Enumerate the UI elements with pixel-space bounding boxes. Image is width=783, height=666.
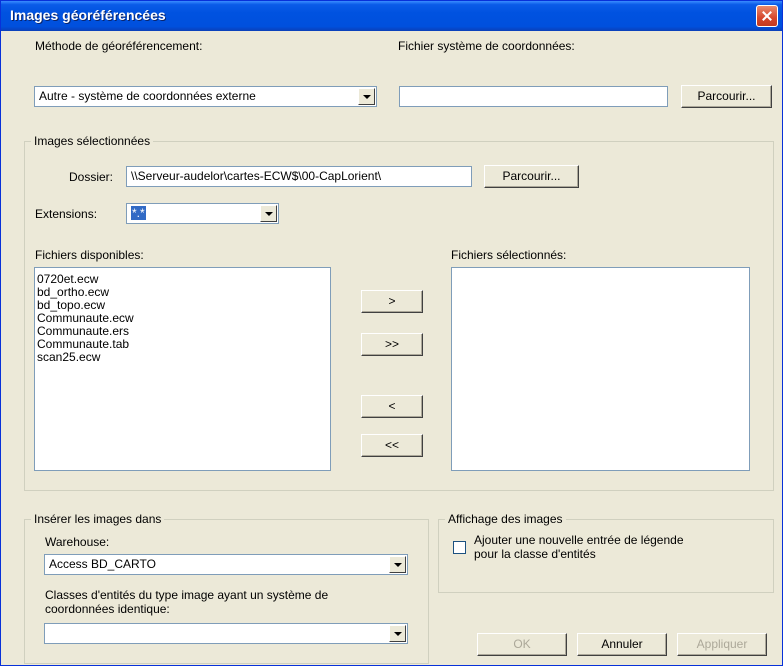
display-images-group-title: Affichage des images xyxy=(445,512,566,526)
add-button[interactable]: > xyxy=(361,290,423,313)
coord-file-browse-button[interactable]: Parcourir... xyxy=(681,85,772,108)
list-item[interactable]: scan25.ecw xyxy=(35,351,330,364)
remove-button[interactable]: < xyxy=(361,395,423,418)
selected-images-group-title: Images sélectionnées xyxy=(31,134,154,148)
chevron-down-icon[interactable] xyxy=(358,88,375,105)
method-label: Méthode de géoréférencement: xyxy=(35,39,203,53)
warehouse-select[interactable]: Access BD_CARTO xyxy=(44,554,408,575)
coord-file-input[interactable] xyxy=(399,86,668,107)
legend-entry-checkbox[interactable] xyxy=(453,541,466,554)
extensions-label: Extensions: xyxy=(35,207,98,221)
extensions-select[interactable]: *.* xyxy=(126,203,279,224)
folder-label: Dossier: xyxy=(69,170,114,184)
classes-label-line2: coordonnées identique: xyxy=(45,602,170,616)
georef-images-dialog: Images géoréférencées Méthode de géoréfé… xyxy=(0,0,783,666)
warehouse-label: Warehouse: xyxy=(45,535,110,549)
title-bar[interactable]: Images géoréférencées xyxy=(1,1,782,31)
folder-value: \\Serveur-audelor\cartes-ECW$\00-CapLori… xyxy=(131,169,382,183)
classes-label-line1: Classes d'entités du type image ayant un… xyxy=(45,588,329,602)
cancel-button[interactable]: Annuler xyxy=(577,633,667,656)
available-files-list[interactable]: 0720et.ecw bd_ortho.ecw bd_topo.ecw Comm… xyxy=(34,267,331,471)
chevron-down-icon[interactable] xyxy=(389,625,406,642)
legend-entry-label-line1: Ajouter une nouvelle entrée de légende xyxy=(474,533,684,547)
apply-button[interactable]: Appliquer xyxy=(677,633,767,656)
folder-browse-button[interactable]: Parcourir... xyxy=(484,165,579,188)
insert-images-group-title: Insérer les images dans xyxy=(31,512,165,526)
window-title: Images géoréférencées xyxy=(10,7,166,23)
selected-files-list[interactable] xyxy=(451,267,750,471)
method-select[interactable]: Autre - système de coordonnées externe xyxy=(34,86,377,107)
classes-select[interactable] xyxy=(44,623,408,644)
ok-button[interactable]: OK xyxy=(477,633,567,656)
method-value: Autre - système de coordonnées externe xyxy=(39,89,256,103)
chevron-down-icon[interactable] xyxy=(260,205,277,222)
folder-input[interactable]: \\Serveur-audelor\cartes-ECW$\00-CapLori… xyxy=(126,166,472,187)
extensions-value: *.* xyxy=(131,206,146,220)
selected-files-label: Fichiers sélectionnés: xyxy=(451,248,567,262)
chevron-down-icon[interactable] xyxy=(389,556,406,573)
close-icon[interactable] xyxy=(756,5,778,27)
add-all-button[interactable]: >> xyxy=(361,333,423,356)
available-files-label: Fichiers disponibles: xyxy=(35,248,144,262)
legend-entry-label-line2: pour la classe d'entités xyxy=(474,547,596,561)
warehouse-value: Access BD_CARTO xyxy=(49,557,156,571)
coord-file-label: Fichier système de coordonnées: xyxy=(398,39,575,53)
remove-all-button[interactable]: << xyxy=(361,434,423,457)
